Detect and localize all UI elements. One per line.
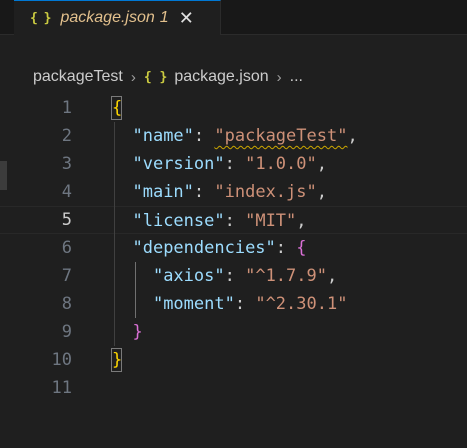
code-line[interactable]: "name": "packageTest", (0, 122, 467, 150)
json-key: "main" (132, 182, 194, 202)
json-punctuation: } (132, 322, 143, 342)
chevron-right-icon: › (130, 68, 136, 86)
json-punctuation: : (193, 126, 215, 146)
json-value: "index.js" (214, 182, 317, 202)
json-icon: { } (30, 10, 52, 26)
code-line[interactable]: } (0, 318, 467, 346)
json-punctuation: , (326, 266, 338, 286)
problem-count-badge: 1 (159, 9, 169, 26)
code-line[interactable]: "axios": "^1.7.9", (0, 262, 467, 290)
code-line[interactable]: "version": "1.0.0", (0, 150, 467, 178)
breadcrumb-folder[interactable]: packageTest (33, 68, 123, 86)
bracket-match-highlight (111, 348, 122, 372)
json-value: "1.0.0" (245, 154, 317, 174)
json-key: "dependencies" (132, 238, 276, 258)
json-value: "packageTest" (214, 126, 348, 146)
code-line[interactable]: "moment": "^2.30.1" (0, 290, 467, 318)
code-line[interactable]: "dependencies": { (0, 234, 467, 262)
json-punctuation: : (224, 211, 246, 231)
json-punctuation: : (234, 294, 256, 314)
json-punctuation: : (193, 182, 215, 202)
json-icon: { } (143, 69, 168, 85)
tab-title: package.json (60, 9, 155, 26)
indent-guide (134, 262, 136, 318)
breadcrumb: packageTest › { } package.json › ... (0, 62, 467, 92)
json-key: "version" (132, 154, 225, 174)
json-key: "license" (132, 211, 225, 231)
json-key: "name" (132, 126, 194, 146)
json-value: "MIT" (245, 211, 297, 231)
bracket-match-highlight (111, 96, 122, 120)
chevron-right-icon: › (276, 68, 282, 86)
json-key: "axios" (152, 266, 225, 286)
tab-package-json[interactable]: { } package.json 1 ✕ (14, 0, 221, 35)
json-punctuation: : (224, 266, 246, 286)
json-key: "moment" (152, 294, 235, 314)
json-punctuation: : (224, 154, 246, 174)
json-punctuation: , (316, 182, 327, 202)
code-line[interactable]: } (0, 346, 467, 374)
json-value: "^2.30.1" (255, 294, 348, 314)
json-punctuation: : (275, 238, 297, 258)
json-punctuation: { (296, 238, 307, 258)
json-punctuation: , (296, 211, 307, 231)
json-punctuation: , (347, 126, 358, 146)
indent-guide (114, 122, 115, 346)
code-line[interactable] (0, 374, 467, 402)
json-value: "^1.7.9" (245, 266, 327, 286)
breadcrumb-more[interactable]: ... (290, 68, 303, 86)
code-line[interactable]: "main": "index.js", (0, 178, 467, 206)
code-line[interactable]: "license": "MIT", (0, 206, 467, 234)
code-line[interactable]: { (0, 94, 467, 122)
breadcrumb-file[interactable]: package.json (174, 68, 268, 86)
tab-bar: { } package.json 1 ✕ (0, 0, 467, 35)
json-punctuation: , (316, 154, 327, 174)
close-icon[interactable]: ✕ (179, 9, 194, 27)
